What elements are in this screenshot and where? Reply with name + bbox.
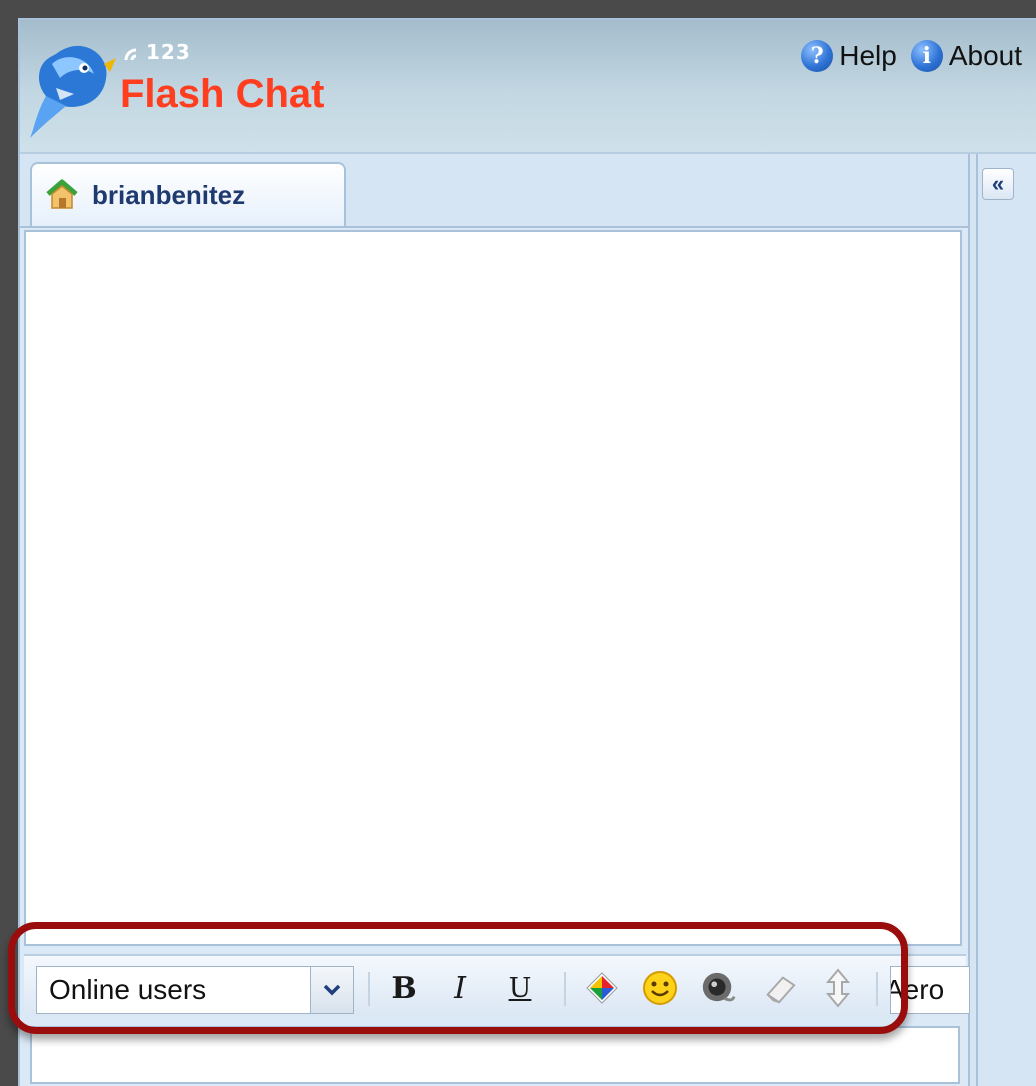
header: 123 Flash Chat ? Help i About: [20, 20, 1036, 154]
home-icon: [46, 179, 78, 209]
bird-logo-icon: [30, 45, 116, 138]
highlight-annotation: [8, 922, 908, 1034]
side-panel-inner: [976, 154, 1036, 1086]
logo-text: Flash Chat: [120, 72, 325, 116]
help-icon: ?: [801, 40, 834, 72]
info-icon: i: [910, 40, 943, 72]
about-label: About: [948, 40, 1022, 71]
expand-panel-icon[interactable]: «: [982, 168, 1014, 200]
logo: 123 Flash Chat: [26, 34, 326, 144]
side-panel: «: [970, 154, 1036, 1086]
message-area[interactable]: [24, 230, 962, 946]
help-label: Help: [839, 40, 897, 71]
help-link[interactable]: ? Help: [801, 40, 897, 72]
tab-room[interactable]: brianbenitez: [30, 162, 346, 226]
header-links: ? Help i About: [787, 40, 1022, 72]
tab-label: brianbenitez: [92, 179, 246, 210]
signal-icon: [124, 48, 137, 61]
message-input[interactable]: [30, 1026, 960, 1084]
tab-bar: brianbenitez: [20, 154, 968, 228]
about-link[interactable]: i About: [910, 40, 1022, 72]
logo-number: 123: [146, 40, 191, 64]
